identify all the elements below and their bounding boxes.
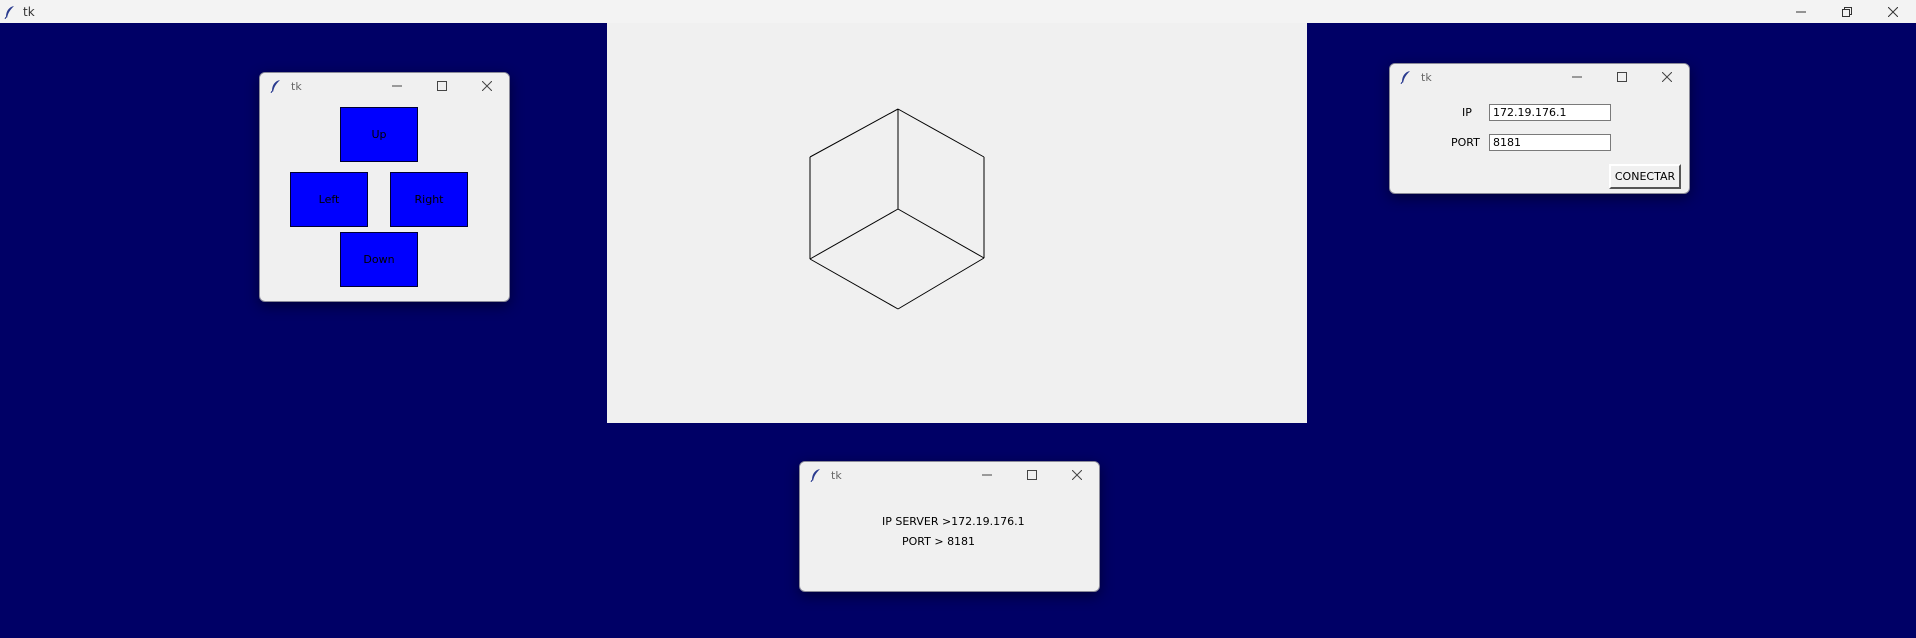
restore-icon[interactable]: [1824, 0, 1870, 23]
maximize-icon[interactable]: [419, 73, 464, 99]
close-icon[interactable]: [1054, 462, 1099, 488]
feather-icon: [3, 5, 17, 19]
cube-drawing: [809, 108, 985, 310]
port-input[interactable]: [1489, 134, 1611, 151]
close-icon[interactable]: [1644, 64, 1689, 90]
ip-input[interactable]: [1489, 104, 1611, 121]
info-window-title: tk: [831, 468, 842, 482]
left-button[interactable]: Left: [290, 172, 368, 227]
connect-window-title: tk: [1421, 70, 1432, 84]
right-button[interactable]: Right: [390, 172, 468, 227]
minimize-icon[interactable]: [1778, 0, 1824, 23]
server-port-text: PORT > 8181: [902, 535, 976, 548]
info-window: tk IP SERVER >172.19.176.1 PORT > 8181: [799, 461, 1100, 592]
maximize-icon[interactable]: [1009, 462, 1054, 488]
control-window: tk Up Left Right Down: [259, 72, 510, 302]
ip-label: IP: [1462, 106, 1472, 119]
minimize-icon[interactable]: [1554, 64, 1599, 90]
feather-icon: [1399, 70, 1413, 84]
feather-icon: [269, 79, 283, 93]
feather-icon: [809, 468, 823, 482]
down-button[interactable]: Down: [340, 232, 418, 287]
window-title: tk: [23, 4, 35, 19]
cube-canvas: [607, 23, 1307, 423]
control-window-titlebar[interactable]: tk: [260, 73, 509, 99]
maximize-icon[interactable]: [1599, 64, 1644, 90]
close-icon[interactable]: [1870, 0, 1916, 23]
server-ip-text: IP SERVER >172.19.176.1: [882, 515, 1025, 528]
connect-window: tk IP PORT CONECTAR: [1389, 63, 1690, 194]
up-button[interactable]: Up: [340, 107, 418, 162]
connect-button[interactable]: CONECTAR: [1609, 164, 1681, 189]
main-titlebar[interactable]: tk: [0, 0, 1916, 23]
connect-window-titlebar[interactable]: tk: [1390, 64, 1689, 90]
minimize-icon[interactable]: [964, 462, 1009, 488]
port-label: PORT: [1451, 136, 1480, 149]
info-window-titlebar[interactable]: tk: [800, 462, 1099, 488]
minimize-icon[interactable]: [374, 73, 419, 99]
close-icon[interactable]: [464, 73, 509, 99]
control-window-title: tk: [291, 79, 302, 93]
